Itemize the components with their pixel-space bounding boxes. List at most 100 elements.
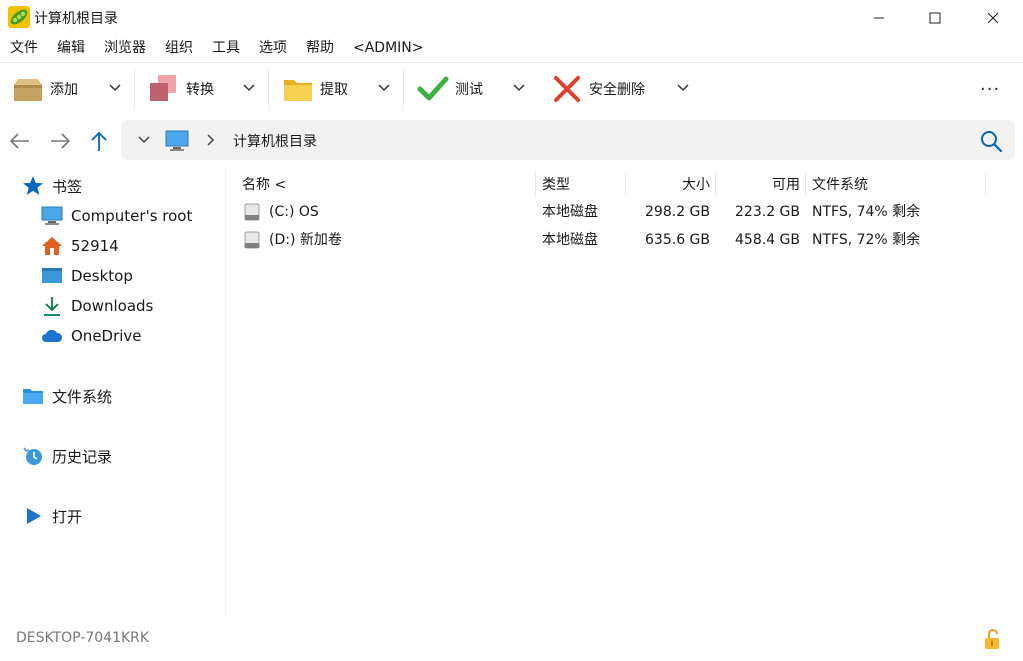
sidebar-item-downloads[interactable]: Downloads [41, 293, 153, 319]
folder-icon [23, 389, 43, 404]
cloud-icon [42, 329, 63, 342]
computer-icon [41, 206, 63, 225]
toolbar-separator [268, 69, 269, 109]
table-row[interactable]: (D:) 新加卷 本地磁盘 635.6 GB 458.4 GB NTFS, 72… [232, 226, 992, 254]
arrow-left-icon [9, 133, 29, 149]
chevron-right-icon[interactable] [205, 133, 215, 147]
menu-help[interactable]: 帮助 [296, 37, 343, 61]
search-icon[interactable] [979, 129, 1003, 153]
check-icon [417, 76, 449, 101]
drive-icon [244, 231, 260, 249]
sidebar-bookmarks-label: 书签 [52, 177, 83, 196]
test-dropdown-chevron-down-icon[interactable] [512, 81, 526, 95]
sidebar-item-label: 52914 [71, 237, 119, 255]
window-title: 计算机根目录 [34, 11, 118, 27]
x-icon [554, 76, 580, 102]
row-size: 298.2 GB [645, 204, 710, 220]
play-arrow-icon [27, 508, 41, 524]
navigation-bar: 计算机根目录 [0, 120, 1023, 162]
status-bar: DESKTOP-7041KRK [0, 620, 1023, 661]
arrow-right-icon [51, 133, 71, 149]
file-list: 名称 < 类型 大小 可用 文件系统 (C:) OS 本地磁盘 298.2 GB… [232, 168, 992, 616]
column-header-filesystem[interactable]: 文件系统 [812, 172, 868, 198]
row-filesystem: NTFS, 72% 剩余 [812, 232, 921, 248]
computer-name: DESKTOP-7041KRK [16, 630, 150, 646]
download-icon [44, 297, 60, 316]
maximize-icon [929, 12, 941, 24]
test-label: 测试 [455, 82, 483, 98]
back-button[interactable] [8, 130, 32, 152]
sidebar-item-home[interactable]: 52914 [41, 233, 119, 259]
unlock-icon[interactable] [983, 628, 1003, 650]
convert-button[interactable]: 转换 [148, 69, 214, 109]
row-free: 458.4 GB [735, 232, 800, 248]
sidebar-item-label: Computer's root [71, 207, 193, 225]
sidebar: 书签 Computer's root 52914 Desktop Downloa… [0, 168, 226, 616]
menu-browser[interactable]: 浏览器 [94, 37, 155, 61]
sidebar-bookmarks-header[interactable]: 书签 [22, 173, 82, 199]
sidebar-history[interactable]: 历史记录 [22, 443, 112, 469]
row-name: (C:) OS [269, 204, 319, 220]
sidebar-filesystem[interactable]: 文件系统 [22, 383, 112, 409]
extract-label: 提取 [320, 82, 348, 98]
table-row[interactable]: (C:) OS 本地磁盘 298.2 GB 223.2 GB NTFS, 74%… [232, 198, 992, 226]
delete-dropdown-chevron-down-icon[interactable] [676, 81, 690, 95]
secure-delete-label: 安全删除 [589, 82, 645, 98]
close-icon [987, 12, 999, 24]
menu-options[interactable]: 选项 [249, 37, 296, 61]
row-type: 本地磁盘 [542, 204, 598, 220]
desktop-icon [42, 268, 62, 283]
convert-dropdown-chevron-down-icon[interactable] [242, 81, 256, 95]
menu-bar: 文件 编辑 浏览器 组织 工具 选项 帮助 <ADMIN> [0, 37, 433, 61]
more-options-button[interactable]: ··· [980, 79, 1000, 100]
row-type: 本地磁盘 [542, 232, 598, 248]
convert-label: 转换 [186, 82, 214, 98]
row-name: (D:) 新加卷 [269, 232, 342, 248]
column-divider[interactable] [535, 172, 536, 196]
minimize-icon [874, 17, 884, 19]
address-path[interactable]: 计算机根目录 [233, 131, 317, 151]
sidebar-item-desktop[interactable]: Desktop [41, 263, 133, 289]
history-icon [23, 447, 42, 465]
address-bar[interactable]: 计算机根目录 [121, 120, 1015, 160]
sidebar-open[interactable]: 打开 [22, 503, 82, 529]
menu-admin[interactable]: <ADMIN> [343, 37, 433, 61]
arrow-up-icon [91, 131, 107, 151]
menu-file[interactable]: 文件 [0, 37, 47, 61]
close-button[interactable] [964, 0, 1022, 36]
column-header-free[interactable]: 可用 [722, 172, 800, 198]
column-header-size[interactable]: 大小 [632, 172, 710, 198]
menu-organize[interactable]: 组织 [155, 37, 202, 61]
sidebar-item-computers-root[interactable]: Computer's root [41, 203, 192, 229]
minimize-button[interactable] [850, 0, 908, 36]
star-icon [23, 176, 43, 195]
sidebar-item-onedrive[interactable]: OneDrive [41, 323, 142, 349]
menu-tools[interactable]: 工具 [202, 37, 249, 61]
test-button[interactable]: 测试 [417, 69, 483, 109]
menu-edit[interactable]: 编辑 [47, 37, 94, 61]
maximize-button[interactable] [906, 0, 964, 36]
forward-button[interactable] [48, 130, 72, 152]
extract-button[interactable]: 提取 [282, 69, 348, 109]
column-divider[interactable] [715, 172, 716, 196]
sidebar-open-label: 打开 [52, 507, 83, 526]
column-divider[interactable] [625, 172, 626, 196]
extract-dropdown-chevron-down-icon[interactable] [377, 81, 391, 95]
column-header-name[interactable]: 名称 < [242, 172, 286, 198]
pea-pod-icon [8, 6, 30, 28]
chevron-down-icon[interactable] [137, 134, 151, 146]
secure-delete-button[interactable]: 安全删除 [551, 69, 645, 109]
computer-icon [165, 130, 189, 151]
up-button[interactable] [87, 130, 111, 152]
column-header-type[interactable]: 类型 [542, 172, 570, 198]
column-divider[interactable] [805, 172, 806, 196]
sidebar-filesystem-label: 文件系统 [52, 387, 113, 406]
add-button[interactable]: 添加 [12, 69, 78, 109]
add-dropdown-chevron-down-icon[interactable] [108, 81, 122, 95]
column-divider[interactable] [985, 172, 986, 196]
folder-icon [284, 80, 312, 101]
drive-icon [244, 203, 260, 221]
sidebar-item-label: Desktop [71, 267, 133, 285]
toolbar: 添加 转换 提取 测试 安全删除 ··· [0, 62, 1023, 114]
toolbar-separator [403, 69, 404, 109]
